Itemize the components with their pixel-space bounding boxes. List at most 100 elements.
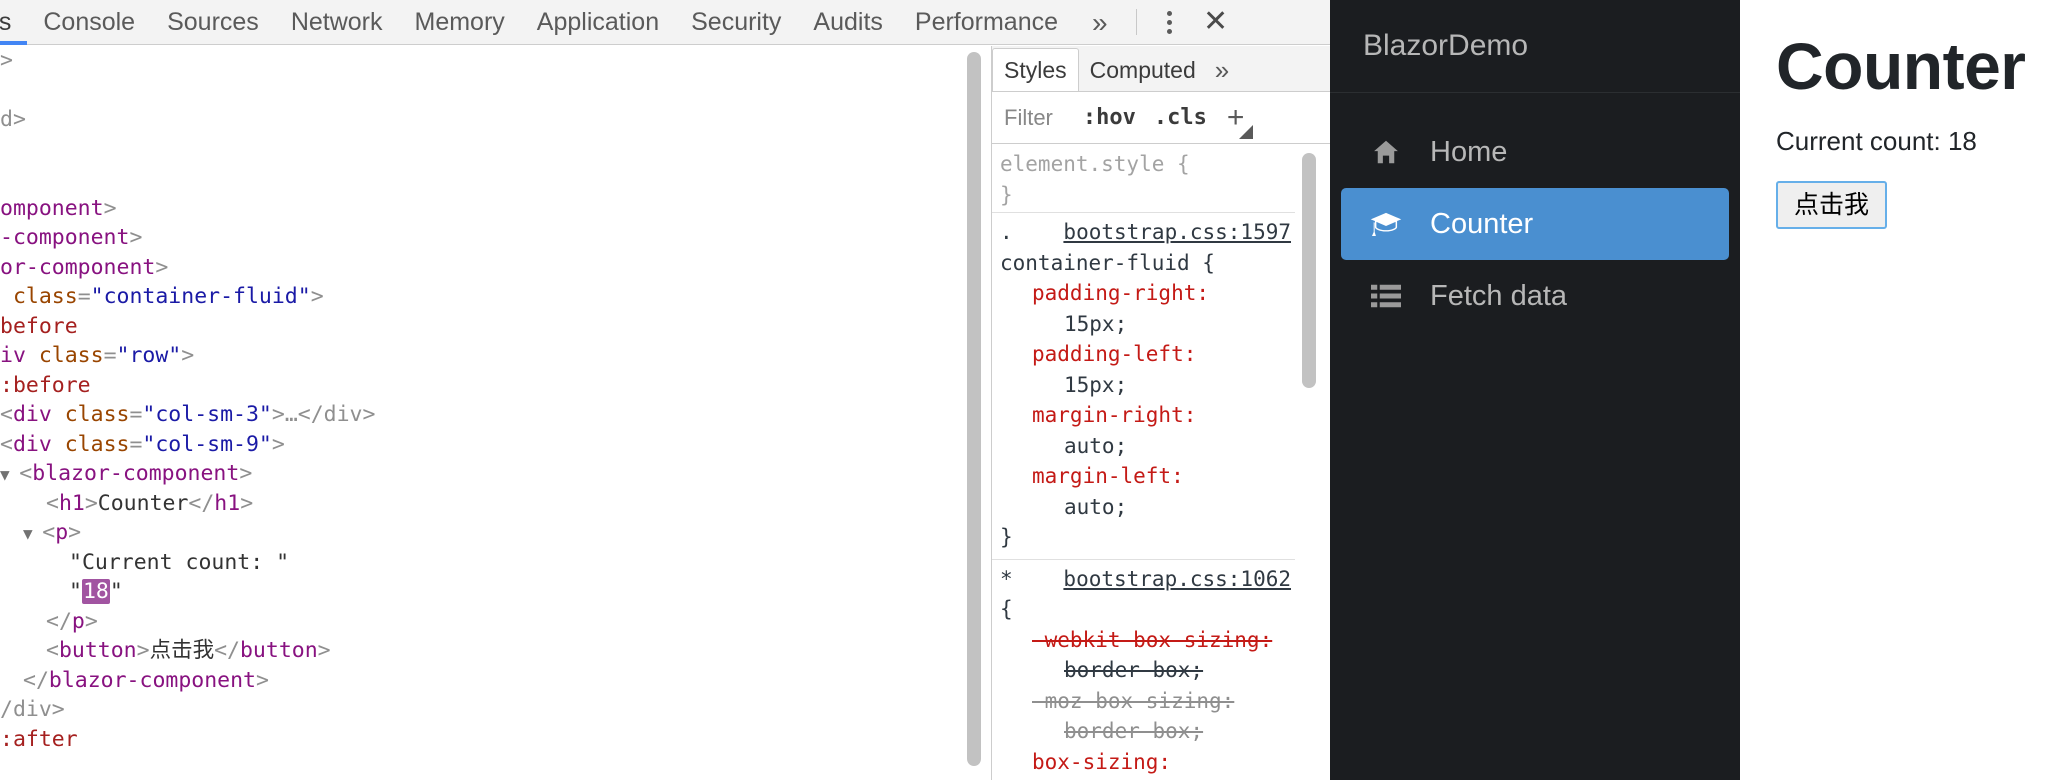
dom-node-line[interactable]: d> — [0, 105, 965, 135]
dom-node-line[interactable]: </blazor-component> — [0, 666, 965, 696]
dom-tree[interactable]: > d> omponent> -component> or-component> cla… — [0, 46, 965, 780]
dom-node-line[interactable]: -component> — [0, 223, 965, 253]
css-value-text: 15px; — [1064, 311, 1128, 336]
close-icon: ✕ — [1203, 5, 1229, 38]
dom-token: class — [64, 402, 130, 427]
scrollbar-thumb[interactable] — [1302, 153, 1316, 388]
dom-token: blazor-component — [48, 667, 256, 693]
devtools-tab-audits[interactable]: Audits — [797, 0, 898, 45]
css-property-name: margin-left: — [1032, 464, 1184, 488]
css-declaration-value[interactable]: 15px; — [992, 370, 1295, 401]
app-sidebar: BlazorDemo Home Counter Fetch data — [1330, 0, 1740, 780]
css-declaration-property[interactable]: padding-right: — [992, 278, 1295, 309]
sidebar-item-label: Fetch data — [1430, 279, 1568, 312]
devtools-menu-button[interactable] — [1147, 0, 1193, 45]
dom-node-line[interactable] — [0, 164, 965, 194]
styles-tab-computed[interactable]: Computed — [1079, 49, 1207, 91]
dom-token: > — [129, 225, 143, 250]
dom-token: :after — [0, 726, 78, 752]
dom-token: Counter — [97, 490, 189, 516]
css-value-text: auto; — [1064, 433, 1128, 458]
dom-node-line[interactable]: /div> — [0, 695, 965, 725]
devtools-tab-performance[interactable]: Performance — [899, 0, 1074, 45]
dom-token: h1 — [58, 490, 85, 516]
dom-token: < — [46, 490, 59, 516]
dom-node-line[interactable]: <div class="col-sm-3">…</div> — [0, 400, 965, 430]
devtools-tab-memory[interactable]: Memory — [399, 0, 521, 45]
devtools-tab-application[interactable]: Application — [521, 0, 675, 45]
dom-node-line[interactable]: <div class="col-sm-9"> — [0, 430, 965, 460]
dom-node-line[interactable] — [0, 135, 965, 165]
css-declaration-property[interactable]: margin-right: — [992, 400, 1295, 431]
dom-node-line[interactable]: ▼ <p> — [0, 518, 965, 548]
css-property-name: -moz-box-sizing: — [1032, 688, 1235, 713]
styles-filter-input[interactable]: Filter — [992, 105, 1053, 131]
dom-node-line[interactable]: "Current count: " — [0, 548, 965, 578]
dom-node-line[interactable]: or-component> — [0, 253, 965, 283]
dom-token: button — [58, 638, 137, 663]
cls-toggle[interactable]: .cls — [1154, 105, 1207, 130]
app-brand[interactable]: BlazorDemo — [1330, 0, 1740, 93]
devtools-overflow-icon[interactable]: » — [1074, 0, 1126, 45]
dom-node-line[interactable]: before — [0, 312, 965, 342]
css-declaration-property[interactable]: -moz-box-sizing: — [992, 686, 1295, 717]
devtools-close-button[interactable]: ✕ — [1193, 0, 1239, 45]
devtools-tab-network[interactable]: Network — [275, 0, 399, 45]
dom-tree-scrollbar[interactable] — [963, 46, 985, 780]
dom-token: = — [129, 402, 143, 427]
scrollbar-thumb[interactable] — [967, 52, 981, 766]
css-declaration-property[interactable]: margin-left: — [992, 461, 1295, 492]
css-rule[interactable]: bootstrap.css:1597. container-fluid {padd… — [992, 213, 1295, 560]
dom-node-line[interactable]: "18" — [0, 577, 965, 607]
css-declaration-value[interactable]: auto; — [992, 492, 1295, 523]
dom-node-line[interactable]: :before — [0, 371, 965, 401]
dom-node-line[interactable] — [0, 76, 965, 106]
css-declaration-value[interactable]: auto; — [992, 431, 1295, 462]
css-declaration-value[interactable]: 15px; — [992, 309, 1295, 340]
dom-token: div — [12, 431, 65, 457]
sidebar-item-fetch-data[interactable]: Fetch data — [1341, 260, 1729, 332]
dom-token: = — [129, 431, 143, 457]
dom-token: > — [310, 284, 324, 309]
dom-node-line[interactable]: ▼ <blazor-component> — [0, 459, 965, 489]
dom-token: > — [103, 195, 117, 221]
dom-node-line[interactable]: </p> — [0, 607, 965, 637]
dom-node-line[interactable]: omponent> — [0, 194, 965, 224]
css-property-name: padding-left: — [1032, 342, 1197, 366]
dom-node-line[interactable]: iv class="row"> — [0, 341, 965, 371]
dom-token: > — [256, 667, 269, 693]
css-source-link[interactable]: bootstrap.css:1062 — [1063, 564, 1295, 595]
css-declaration-property[interactable]: -webkit-box-sizing: — [992, 625, 1295, 656]
dom-node-line[interactable]: <h1>Counter</h1> — [0, 489, 965, 519]
dom-node-line[interactable]: class="container-fluid"> — [0, 282, 965, 312]
sidebar-item-counter[interactable]: Counter — [1341, 188, 1729, 260]
devtools-tab-sources[interactable]: Sources — [151, 0, 275, 45]
devtools-tab-nts[interactable]: nts — [0, 0, 28, 45]
sidebar-item-home[interactable]: Home — [1341, 116, 1729, 188]
styles-overflow-icon[interactable]: » — [1207, 49, 1237, 91]
devtools-tab-console[interactable]: Console — [27, 0, 151, 45]
dom-node-line[interactable]: :after — [0, 725, 965, 755]
devtools-tab-security[interactable]: Security — [675, 0, 797, 45]
styles-scrollbar[interactable] — [1297, 145, 1321, 780]
css-value-text: auto; — [1064, 494, 1128, 519]
css-declaration-value[interactable]: border-box; — [992, 655, 1295, 686]
css-declaration-property[interactable]: box-sizing: — [992, 747, 1295, 778]
page-title: Counter — [1776, 29, 2026, 103]
dom-token: "row" — [116, 343, 182, 368]
css-declaration-property[interactable]: padding-left: — [992, 339, 1295, 370]
styles-tab-styles[interactable]: Styles — [992, 48, 1079, 91]
dom-node-line[interactable]: > — [0, 46, 965, 76]
new-style-rule-button[interactable]: + — [1227, 102, 1253, 139]
dom-token: "col-sm-9" — [142, 431, 272, 457]
css-source-link[interactable]: bootstrap.css:1597 — [1063, 217, 1295, 248]
css-declaration-value[interactable]: border-box; — [992, 716, 1295, 747]
dom-token: "col-sm-3" — [142, 402, 272, 427]
css-rule[interactable]: element.style {} — [992, 145, 1295, 213]
styles-rules-list[interactable]: element.style {} bootstrap.css:1597. conta… — [992, 145, 1295, 780]
increment-button[interactable]: 点击我 — [1776, 181, 1888, 229]
css-rule[interactable]: bootstrap.css:1062 * {-webkit-box-sizing: b… — [992, 560, 1295, 780]
hov-toggle[interactable]: :hov — [1083, 105, 1136, 130]
dom-token: or-component — [0, 254, 156, 280]
dom-node-line[interactable]: <button>点击我</button> — [0, 636, 965, 666]
